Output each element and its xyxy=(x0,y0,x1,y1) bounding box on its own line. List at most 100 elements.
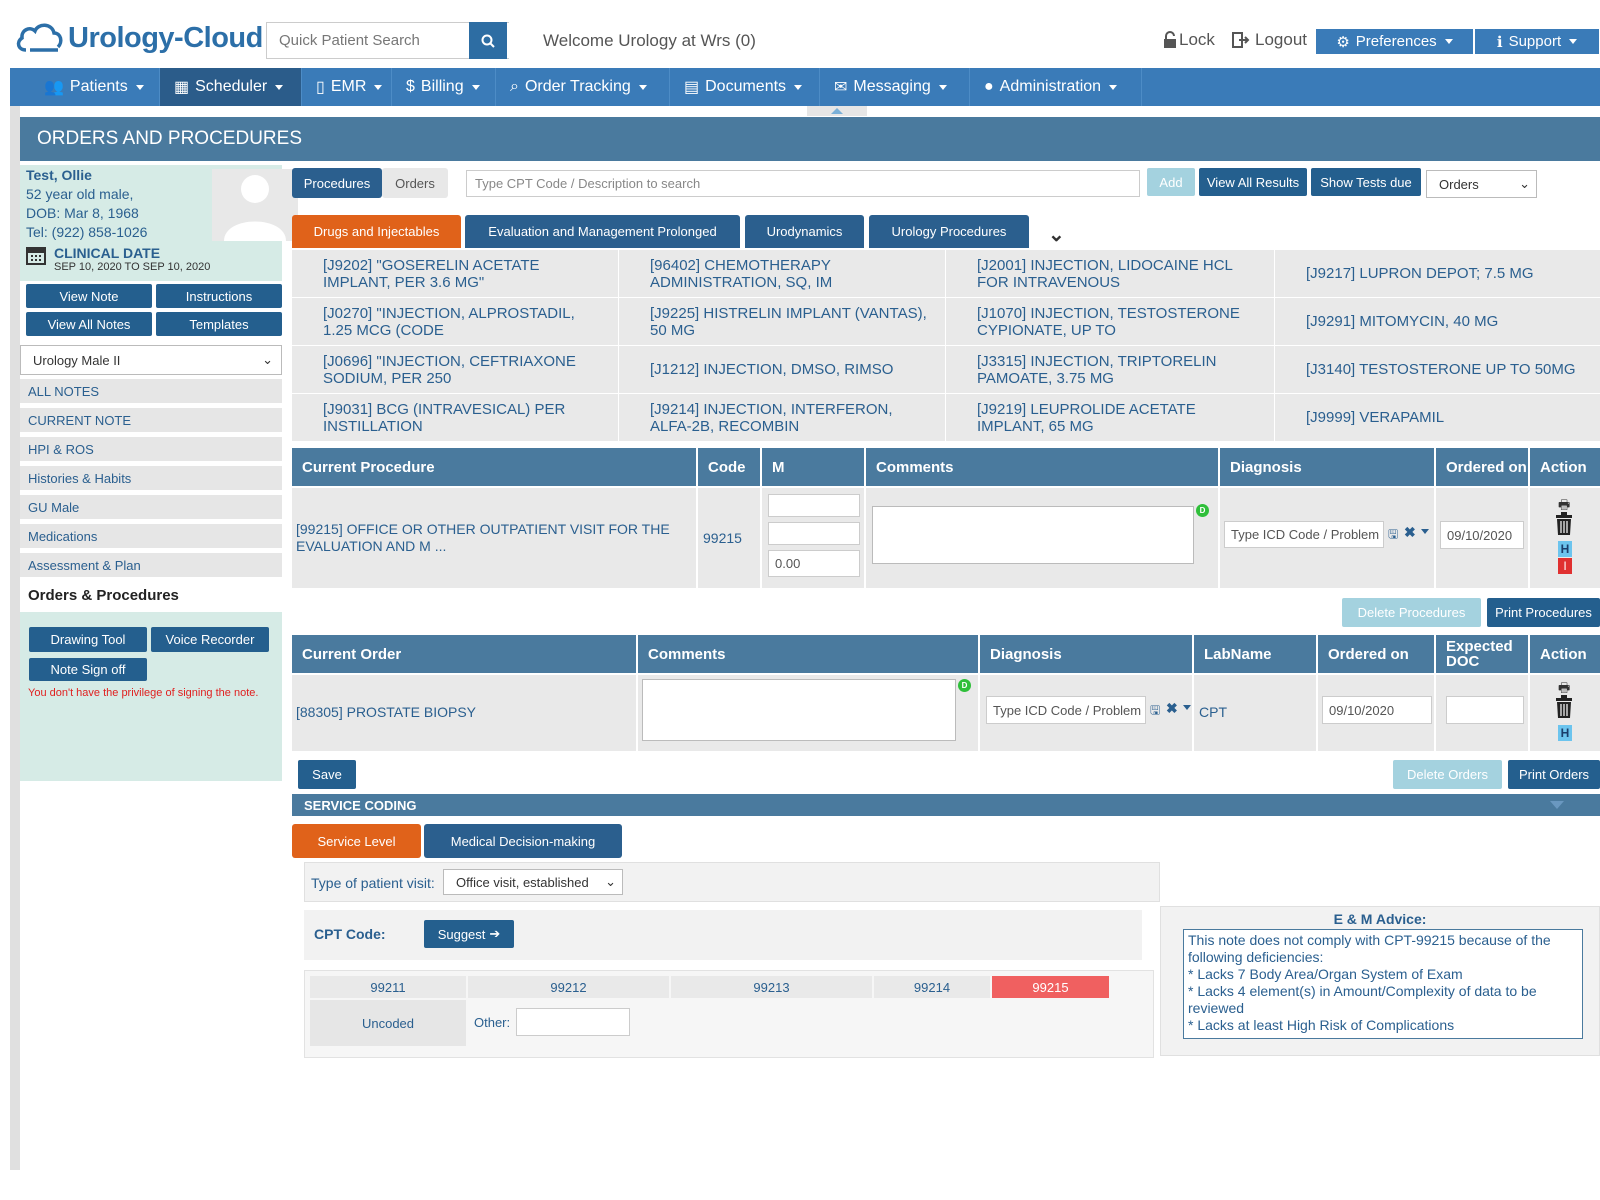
procedure-ordered-date-input[interactable]: 09/10/2020 xyxy=(1440,521,1524,549)
procedure-item[interactable]: [J3315] INJECTION, TRIPTORELIN PAMOATE, … xyxy=(946,346,1274,393)
category-tab-drugs[interactable]: Drugs and Injectables xyxy=(292,215,461,248)
procedure-item[interactable]: [J1212] INJECTION, DMSO, RIMSO xyxy=(619,346,945,393)
cpt-code-option[interactable]: 99212 xyxy=(468,976,669,998)
print-procedures-button[interactable]: Print Procedures xyxy=(1487,598,1600,627)
h-badge-icon[interactable]: H xyxy=(1558,541,1572,557)
save-icon[interactable]: 🖫 xyxy=(1150,701,1160,722)
procedure-item[interactable]: [J3140] TESTOSTERONE UP TO 50MG xyxy=(1275,346,1600,393)
sidebar-item-medications[interactable]: Medications xyxy=(20,524,282,550)
current-order-name[interactable]: [88305] PROSTATE BIOPSY xyxy=(296,704,476,720)
template-select[interactable]: Urology Male II ⌄ xyxy=(20,345,282,375)
view-all-results-button[interactable]: View All Results xyxy=(1199,168,1307,196)
sidebar-item-current-note[interactable]: CURRENT NOTE xyxy=(20,408,282,434)
templates-button[interactable]: Templates xyxy=(156,312,282,336)
procedure-item[interactable]: [J9999] VERAPAMIL xyxy=(1275,394,1600,441)
procedure-item[interactable]: [J9225] HISTRELIN IMPLANT (VANTAS), 50 M… xyxy=(619,298,945,345)
cpt-code-option[interactable]: 99211 xyxy=(310,976,466,998)
nav-patients[interactable]: 👥 Patients xyxy=(10,68,160,106)
logout-button[interactable]: Logout xyxy=(1232,30,1307,50)
procedure-item[interactable]: [96402] CHEMOTHERAPY ADMINISTRATION, SQ,… xyxy=(619,250,945,297)
tab-orders[interactable]: Orders xyxy=(382,168,448,198)
cpt-search-input[interactable]: Type CPT Code / Description to search xyxy=(466,170,1140,197)
sidebar-item-hpi-ros[interactable]: HPI & ROS xyxy=(20,437,282,463)
sidebar-item-orders-procedures[interactable]: Orders & Procedures xyxy=(28,587,179,604)
modifier-input-2[interactable] xyxy=(768,522,860,545)
save-icon[interactable]: 🖫 xyxy=(1388,525,1398,546)
category-tab-em-prolonged[interactable]: Evaluation and Management Prolonged xyxy=(465,215,740,248)
cpt-code-option[interactable]: 99213 xyxy=(671,976,872,998)
nav-emr[interactable]: ▯ EMR xyxy=(302,68,392,106)
print-orders-button[interactable]: Print Orders xyxy=(1508,760,1600,789)
procedure-diagnosis-input[interactable]: Type ICD Code / Problem xyxy=(1224,521,1384,548)
category-tab-urodynamics[interactable]: Urodynamics xyxy=(745,215,864,248)
dictation-icon[interactable]: D xyxy=(958,679,971,692)
modifier-input-1[interactable] xyxy=(768,494,860,517)
sidebar-toggle-strip[interactable] xyxy=(10,106,20,1170)
sidebar-item-assessment-plan[interactable]: Assessment & Plan xyxy=(20,553,282,579)
sidebar-item-all-notes[interactable]: ALL NOTES xyxy=(20,379,282,405)
procedure-item[interactable]: [J0696] "INJECTION, CEFTRIAXONE SODIUM, … xyxy=(292,346,618,393)
sidebar-item-histories[interactable]: Histories & Habits xyxy=(20,466,282,492)
clear-icon[interactable]: ✖ xyxy=(1404,524,1416,541)
visit-type-select[interactable]: Office visit, established ⌄ xyxy=(443,869,623,895)
add-button[interactable]: Add xyxy=(1147,168,1195,196)
suggest-button[interactable]: Suggest ➔ xyxy=(424,920,514,948)
procedure-item[interactable]: [J2001] INJECTION, LIDOCAINE HCL FOR INT… xyxy=(946,250,1274,297)
trash-icon[interactable] xyxy=(1554,512,1574,536)
support-button[interactable]: ℹ Support xyxy=(1475,29,1599,54)
collapse-nav-icon[interactable] xyxy=(807,106,867,116)
nav-documents[interactable]: ▤ Documents xyxy=(670,68,820,106)
show-tests-due-button[interactable]: Show Tests due xyxy=(1311,168,1421,196)
nav-billing[interactable]: $ Billing xyxy=(392,68,496,106)
save-orders-button[interactable]: Save xyxy=(298,760,356,789)
procedure-item[interactable]: [J9291] MITOMYCIN, 40 MG xyxy=(1275,298,1600,345)
other-code-input[interactable] xyxy=(516,1008,630,1036)
nav-order-tracking[interactable]: ⌕ Order Tracking xyxy=(496,68,670,106)
voice-recorder-button[interactable]: Voice Recorder xyxy=(151,627,269,652)
instructions-button[interactable]: Instructions xyxy=(156,284,282,308)
tab-service-level[interactable]: Service Level xyxy=(292,824,421,858)
clear-icon[interactable]: ✖ xyxy=(1166,700,1178,717)
procedure-item[interactable]: [J0270] "INJECTION, ALPROSTADIL, 1.25 MC… xyxy=(292,298,618,345)
procedure-item[interactable]: [J9031] BCG (INTRAVESICAL) PER INSTILLAT… xyxy=(292,394,618,441)
order-ordered-date-input[interactable]: 09/10/2020 xyxy=(1322,696,1432,724)
delete-orders-button[interactable]: Delete Orders xyxy=(1393,760,1502,789)
cpt-code-option[interactable]: 99214 xyxy=(874,976,990,998)
i-badge-icon[interactable]: I xyxy=(1558,558,1572,574)
patient-name[interactable]: Test, Ollie xyxy=(26,167,92,183)
tab-procedures[interactable]: Procedures xyxy=(292,168,382,198)
search-button[interactable] xyxy=(469,22,507,59)
sidebar-item-gu-male[interactable]: GU Male xyxy=(20,495,282,521)
category-tab-urology-procedures[interactable]: Urology Procedures xyxy=(869,215,1029,248)
cpt-code-option-selected[interactable]: 99215 xyxy=(992,976,1109,998)
view-all-notes-button[interactable]: View All Notes xyxy=(26,312,152,336)
expected-doc-input[interactable] xyxy=(1446,696,1524,724)
chevron-down-icon[interactable] xyxy=(1183,705,1191,710)
lock-button[interactable]: Lock xyxy=(1163,30,1215,50)
units-input[interactable]: 0.00 xyxy=(768,550,860,577)
order-diagnosis-input[interactable]: Type ICD Code / Problem xyxy=(986,696,1146,724)
procedure-item[interactable]: [J9217] LUPRON DEPOT; 7.5 MG xyxy=(1275,250,1600,297)
nav-scheduler[interactable]: ▦ Scheduler xyxy=(160,68,302,106)
procedure-item[interactable]: [J9219] LEUPROLIDE ACETATE IMPLANT, 65 M… xyxy=(946,394,1274,441)
note-sign-off-button[interactable]: Note Sign off xyxy=(29,658,147,681)
preferences-button[interactable]: ⚙ Preferences xyxy=(1316,29,1473,54)
nav-messaging[interactable]: ✉ Messaging xyxy=(820,68,970,106)
dictation-icon[interactable]: D xyxy=(1196,504,1209,517)
procedure-item[interactable]: [J9214] INJECTION, INTERFERON, ALFA-2B, … xyxy=(619,394,945,441)
procedure-item[interactable]: [J9202] "GOSERELIN ACETATE IMPLANT, PER … xyxy=(292,250,618,297)
service-coding-header[interactable]: SERVICE CODING xyxy=(292,794,1600,816)
delete-procedures-button[interactable]: Delete Procedures xyxy=(1342,598,1481,627)
trash-icon[interactable] xyxy=(1554,695,1574,719)
nav-administration[interactable]: ● Administration xyxy=(970,68,1142,106)
chevron-down-icon[interactable] xyxy=(1421,529,1429,534)
current-procedure-name[interactable]: [99215] OFFICE OR OTHER OUTPATIENT VISIT… xyxy=(296,521,692,555)
chevron-down-icon[interactable]: ⌄ xyxy=(1048,222,1065,247)
logo[interactable]: Urology-Cloud xyxy=(14,20,263,56)
h-badge-icon[interactable]: H xyxy=(1558,725,1572,741)
tab-medical-decision-making[interactable]: Medical Decision-making xyxy=(424,824,622,858)
procedure-comments-textarea[interactable] xyxy=(872,506,1194,564)
view-note-button[interactable]: View Note xyxy=(26,284,152,308)
collapse-icon[interactable] xyxy=(1550,801,1564,809)
order-comments-textarea[interactable] xyxy=(642,679,956,741)
